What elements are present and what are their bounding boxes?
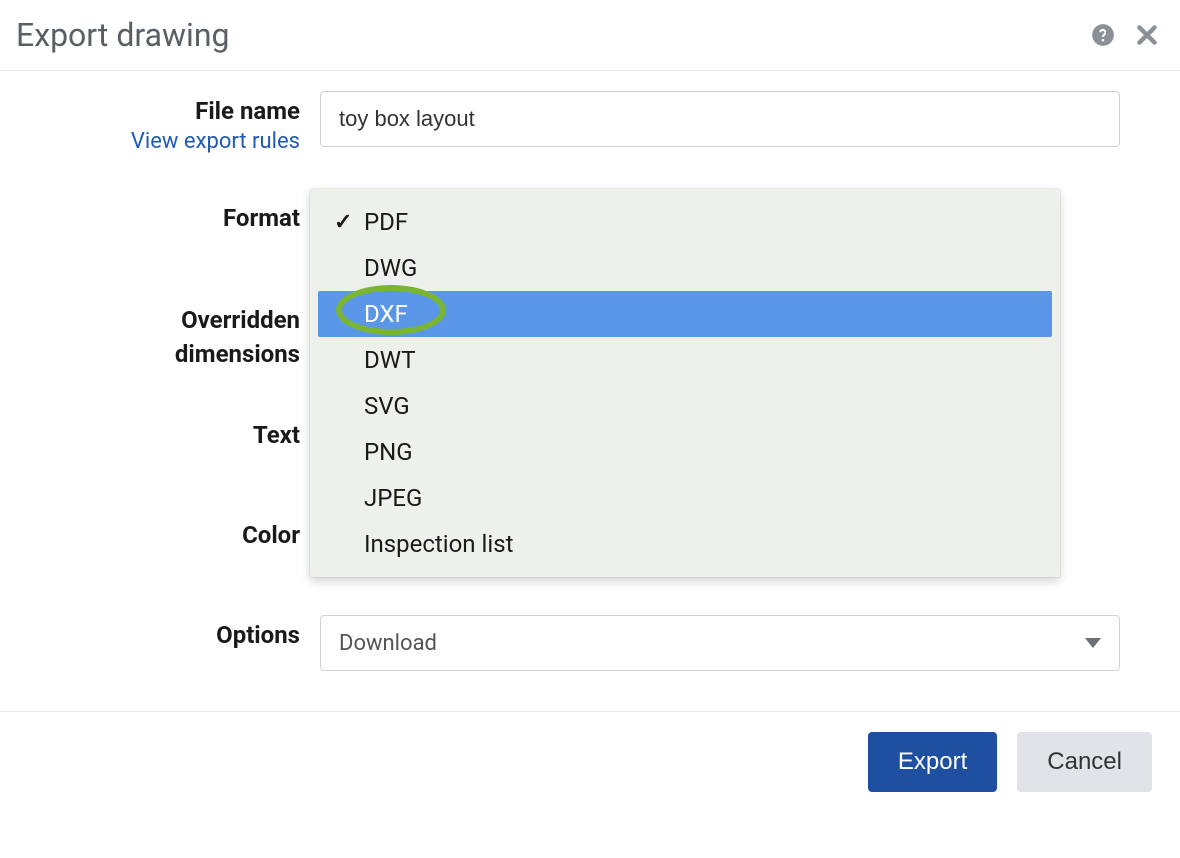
format-option-label: DWT [364,346,416,374]
cancel-button[interactable]: Cancel [1017,732,1152,792]
label-color: Color [60,521,300,549]
options-select[interactable]: Download [320,615,1120,671]
format-option-label: SVG [364,392,410,420]
format-option-inspection-list[interactable]: Inspection list [318,521,1052,567]
label-format: Format [60,204,300,232]
format-option-pdf[interactable]: ✓PDF [318,199,1052,245]
format-option-label: PDF [364,208,408,236]
row-options: Options Download [60,615,1120,671]
link-view-export-rules[interactable]: View export rules [60,129,300,154]
dialog-title: Export drawing [16,16,229,54]
close-icon[interactable] [1134,22,1160,48]
file-name-input[interactable] [320,91,1120,147]
check-icon: ✓ [334,210,364,235]
format-option-dwt[interactable]: DWT [318,337,1052,383]
dialog-body: File name View export rules Format Overr… [0,71,1180,711]
dialog-header: Export drawing [0,0,1180,71]
format-option-png[interactable]: PNG [318,429,1052,475]
chevron-down-icon [1085,638,1101,648]
export-button[interactable]: Export [868,732,997,792]
dialog-footer: Export Cancel [0,711,1180,812]
label-file-name: File name [60,97,300,125]
format-dropdown-panel[interactable]: ✓PDF DWG DXF DWT SVG PNG JPEG Inspection list [310,189,1060,577]
label-text: Text [60,421,300,449]
format-option-label: Inspection list [364,530,513,558]
format-option-dwg[interactable]: DWG [318,245,1052,291]
label-options: Options [60,621,300,649]
row-file-name: File name View export rules [60,91,1120,154]
header-icons [1090,22,1160,48]
format-option-label: PNG [364,438,413,466]
format-option-label: DWG [364,254,417,282]
format-option-svg[interactable]: SVG [318,383,1052,429]
format-option-label: JPEG [364,484,422,512]
help-icon[interactable] [1090,22,1116,48]
export-drawing-dialog: Export drawing File name View export rul… [0,0,1180,812]
options-select-value: Download [339,631,437,656]
label-overridden-dimensions: Overridden dimensions [60,304,300,371]
format-option-dxf[interactable]: DXF [318,291,1052,337]
format-option-label: DXF [364,300,408,328]
format-option-jpeg[interactable]: JPEG [318,475,1052,521]
